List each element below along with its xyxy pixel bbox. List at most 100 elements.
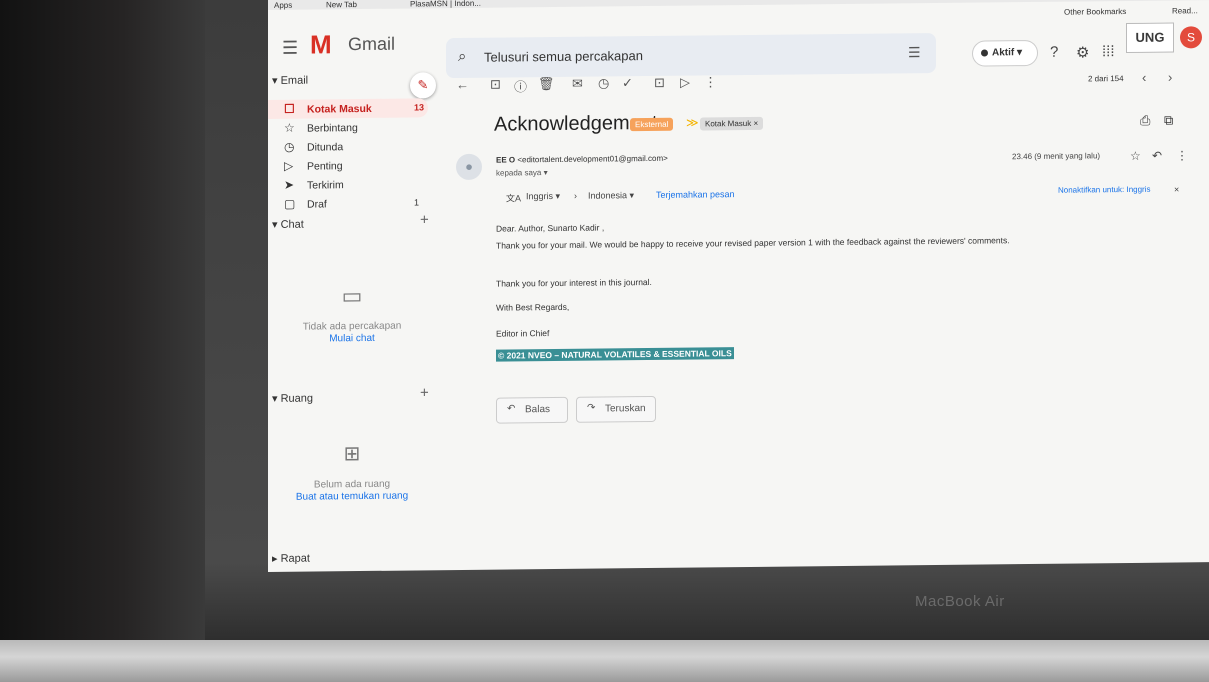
gmail-header: ☰ M Gmail ⌕ Telusuri semua percakapan ☰ …	[268, 4, 1209, 79]
reply-button[interactable]: ↶ Balas	[496, 396, 568, 424]
new-space-icon[interactable]: +	[420, 384, 429, 401]
more-options-icon[interactable]: ⋮	[704, 74, 717, 90]
pagination-text: 2 dari 154	[1088, 74, 1124, 84]
sidebar-item-label: Penting	[307, 160, 343, 173]
snooze-icon[interactable]: ◷	[598, 75, 609, 91]
chat-section-label: Chat	[280, 218, 304, 231]
sidebar-item-important[interactable]: ▷ Penting	[268, 155, 428, 176]
search-icon[interactable]: ⌕	[458, 48, 466, 65]
translate-arrow-icon: ›	[574, 190, 577, 201]
find-space-link[interactable]: Buat atau temukan ruang	[268, 490, 436, 503]
space-empty-text: Belum ada ruang	[313, 478, 391, 491]
message-time: 23.46 (9 menit yang lalu)	[1012, 151, 1101, 162]
sidebar-item-label: Terkirim	[307, 179, 344, 192]
new-chat-icon[interactable]: +	[420, 211, 429, 228]
start-chat-link[interactable]: Mulai chat	[268, 332, 436, 345]
sidebar-item-inbox[interactable]: ☐ Kotak Masuk 13	[268, 98, 428, 119]
meet-section-header[interactable]: ▸ Rapat	[272, 552, 310, 565]
label-icon[interactable]: ▷	[680, 75, 690, 91]
chat-section-header[interactable]: ▾ Chat	[272, 218, 304, 231]
forward-button[interactable]: ↷ Teruskan	[576, 395, 656, 423]
inbox-label[interactable]: Kotak Masuk ×	[700, 116, 764, 131]
space-section-label: Ruang	[280, 392, 313, 405]
draft-count: 1	[414, 197, 420, 208]
archive-icon[interactable]: ⊡	[490, 77, 501, 93]
translate-icon: 文A	[506, 193, 522, 204]
chat-bubble-icon: ▭	[341, 283, 363, 309]
open-new-window-icon[interactable]: ⧉	[1164, 113, 1173, 129]
gmail-logo-icon[interactable]: M	[310, 29, 332, 60]
sender-email: <editortalent.development01@gmail.com>	[517, 153, 668, 165]
forward-arrow-icon: ↷	[587, 402, 596, 414]
next-page-icon[interactable]: ›	[1168, 70, 1172, 85]
space-section-header[interactable]: ▾ Ruang	[272, 392, 313, 405]
sidebar-item-sent[interactable]: ➤ Terkirim	[268, 174, 428, 195]
bezel-label: MacBook Air	[915, 593, 1005, 610]
message-more-icon[interactable]: ⋮	[1176, 148, 1188, 162]
sidebar-item-drafts[interactable]: ▢ Draf 1	[268, 193, 428, 214]
chat-empty-text: Tidak ada percakapan	[302, 320, 402, 333]
prev-page-icon[interactable]: ‹	[1142, 70, 1146, 85]
sidebar-item-label: Berbintang	[307, 122, 358, 135]
gmail-wordmark[interactable]: Gmail	[348, 34, 395, 55]
draft-icon: ▢	[284, 196, 296, 211]
translate-link[interactable]: Terjemahkan pesan	[656, 189, 735, 200]
body-signature: Editor in Chief	[496, 328, 550, 339]
translate-bar: 文A Inggris ▾ › Indonesia ▾ Terjemahkan p…	[496, 182, 1196, 205]
reply-label: Balas	[525, 404, 551, 416]
translate-from-select[interactable]: Inggris ▾	[526, 191, 560, 202]
sidebar-item-label: Kotak Masuk	[307, 102, 372, 116]
status-label: Aktif	[992, 47, 1015, 59]
sidebar-item-starred[interactable]: ☆ Berbintang	[268, 117, 428, 138]
org-logo[interactable]: UNG	[1126, 22, 1174, 54]
add-task-icon[interactable]: ✓	[622, 75, 633, 91]
importance-marker-icon[interactable]: ≫	[686, 115, 699, 129]
recipient-line[interactable]: kepada saya ▾	[496, 168, 548, 178]
translate-to-select[interactable]: Indonesia ▾	[588, 190, 634, 201]
compose-icon[interactable]: ✎	[410, 72, 436, 99]
mark-unread-icon[interactable]: ✉	[572, 76, 583, 92]
forward-label: Teruskan	[605, 403, 646, 415]
inbox-icon: ☐	[284, 101, 295, 116]
email-section-label: Email	[280, 74, 309, 87]
back-arrow-icon[interactable]: ←	[456, 77, 469, 92]
body-footer: © 2021 NVEO – NATURAL VOLATILES & ESSENT…	[496, 347, 734, 362]
keyboard	[0, 640, 1209, 682]
delete-icon[interactable]: 🗑	[538, 76, 555, 92]
body-greeting: Dear. Author, Sunarto Kadir ,	[496, 222, 605, 234]
bookmark-apps[interactable]: Apps	[274, 1, 292, 10]
sender-avatar-icon: ●	[456, 153, 482, 181]
account-avatar[interactable]: S	[1180, 26, 1202, 49]
body-line-2: Thank you for your interest in this jour…	[496, 276, 652, 289]
settings-icon[interactable]: ⚙	[1076, 43, 1089, 61]
move-to-icon[interactable]: ⊡	[654, 75, 665, 91]
screen: Apps New Tab PlasaMSN | Indon... Other B…	[268, 0, 1209, 573]
search-options-icon[interactable]: ☰	[908, 44, 921, 61]
sender-name[interactable]: EE O	[496, 155, 515, 164]
search-placeholder: Telusuri semua percakapan	[484, 48, 643, 65]
room-background	[0, 0, 205, 682]
menu-icon[interactable]: ☰	[282, 38, 298, 59]
star-icon: ☆	[284, 120, 295, 135]
external-label: Eksternal	[630, 117, 674, 132]
translate-close-icon[interactable]: ×	[1174, 184, 1179, 194]
star-message-icon[interactable]: ☆	[1130, 149, 1141, 163]
print-icon[interactable]: ⎙	[1140, 113, 1150, 129]
sidebar-item-snoozed[interactable]: ◷ Ditunda	[268, 136, 428, 157]
email-section-header[interactable]: ▾ Email	[272, 74, 308, 87]
report-spam-icon[interactable]: ⓘ	[514, 76, 527, 95]
important-icon: ▷	[284, 158, 294, 173]
status-button[interactable]: Aktif ▾	[972, 39, 1038, 67]
bookmark-new-tab[interactable]: New Tab	[326, 0, 357, 9]
body-line-1: Thank you for your mail. We would be hap…	[496, 235, 1010, 251]
unread-count: 13	[414, 102, 425, 113]
sidebar-item-label: Draf	[307, 198, 327, 211]
sidebar: ▾ Email ✎ ☐ Kotak Masuk 13 ☆ Berbintang …	[268, 68, 436, 570]
help-icon[interactable]: ?	[1050, 44, 1058, 61]
status-dot-icon	[981, 49, 988, 57]
apps-grid-icon[interactable]: ⁞⁞⁞	[1102, 43, 1115, 60]
sender-line: EE O <editortalent.development01@gmail.c…	[496, 154, 668, 165]
reply-icon[interactable]: ↶	[1152, 149, 1162, 163]
bookmark-plasa[interactable]: PlasaMSN | Indon...	[410, 0, 481, 9]
translate-off-link[interactable]: Nonaktifkan untuk: Inggris	[1058, 185, 1151, 195]
